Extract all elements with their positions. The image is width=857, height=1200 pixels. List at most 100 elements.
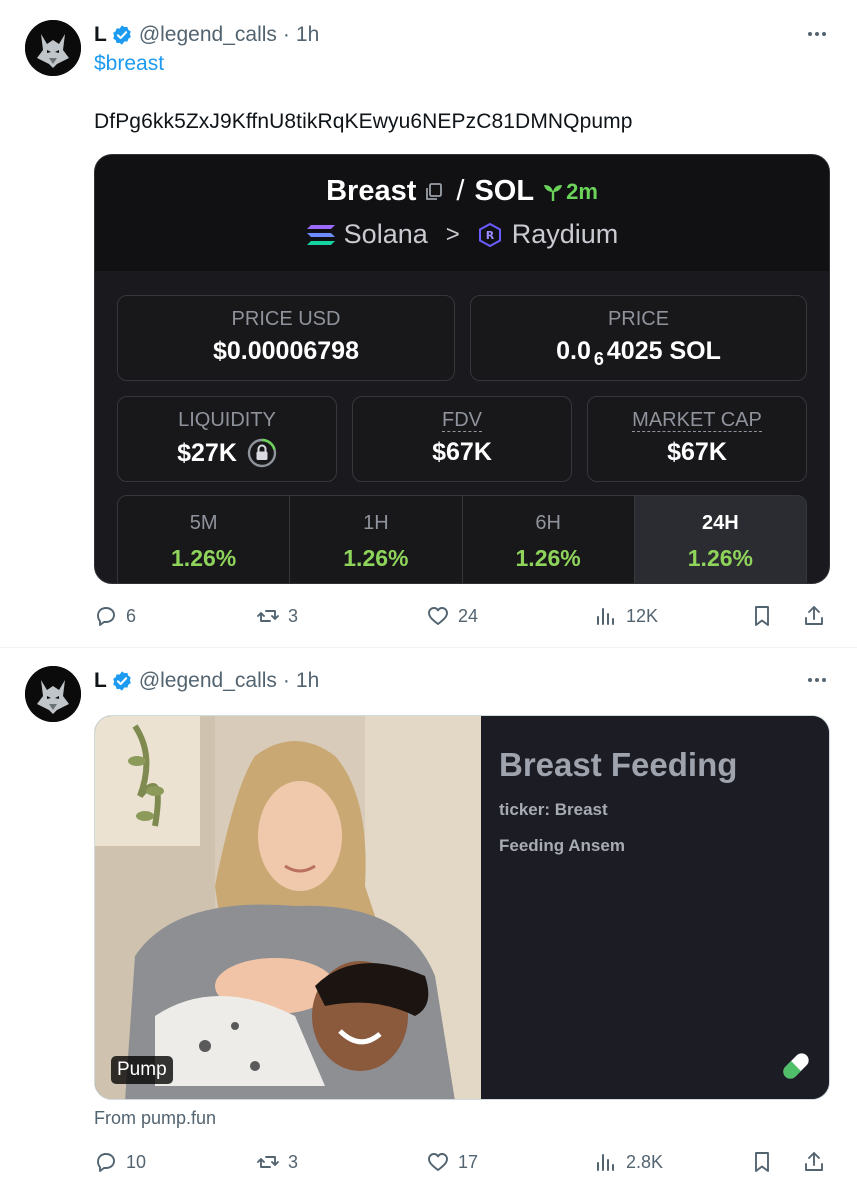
link-card-image: Pump bbox=[95, 716, 481, 1099]
avatar[interactable] bbox=[25, 666, 81, 722]
repost-count: 3 bbox=[288, 1151, 299, 1172]
pair-age-value: 2m bbox=[566, 178, 598, 204]
reply-button[interactable]: 6 bbox=[94, 604, 136, 628]
fdv-value: $67K bbox=[432, 438, 492, 466]
tab-1h[interactable]: 1H 1.26% bbox=[290, 496, 463, 583]
tweet[interactable]: L @legend_calls · 1h Pump Breast Feeding… bbox=[0, 648, 857, 1200]
like-icon bbox=[428, 1153, 448, 1171]
reply-icon bbox=[97, 607, 115, 626]
author-handle[interactable]: @legend_calls bbox=[139, 23, 277, 47]
views-icon bbox=[597, 1154, 614, 1171]
fdv-label-text: FDV bbox=[442, 409, 482, 432]
base-token: Breast bbox=[326, 175, 417, 207]
change-label: 5M bbox=[189, 512, 218, 534]
like-button[interactable]: 17 bbox=[426, 1150, 478, 1174]
more-icon[interactable] bbox=[805, 668, 829, 692]
pill-icon bbox=[783, 1053, 809, 1079]
wolf-avatar-icon bbox=[25, 20, 81, 76]
like-count: 17 bbox=[458, 1151, 479, 1172]
liquidity-label: LIQUIDITY bbox=[178, 409, 276, 431]
tab-24h[interactable]: 24H 1.26% bbox=[634, 496, 806, 583]
link-card-title: Breast Feeding bbox=[499, 746, 738, 783]
price-sol-box: PRICE 0.0 6 4025 SOL bbox=[470, 295, 807, 381]
action-bar: 6 3 24 12K bbox=[94, 604, 834, 634]
market-cap-value: $67K bbox=[667, 438, 727, 466]
reply-icon bbox=[97, 1153, 115, 1172]
verified-badge-icon bbox=[113, 671, 131, 691]
separator-dot: · bbox=[282, 23, 290, 46]
repost-button[interactable]: 3 bbox=[256, 1150, 298, 1174]
author-handle[interactable]: @legend_calls bbox=[139, 669, 277, 693]
change-value: 1.26% bbox=[171, 545, 237, 571]
price-sol-value: 0.0 6 4025 SOL bbox=[471, 337, 806, 369]
svg-text:R: R bbox=[486, 229, 495, 242]
change-label: 6H bbox=[535, 512, 561, 534]
chain-name: Solana bbox=[343, 219, 428, 249]
tab-5m[interactable]: 5M 1.26% bbox=[118, 496, 291, 583]
views-count: 2.8K bbox=[626, 1151, 664, 1172]
action-bar: 10 3 17 2.8K bbox=[94, 1150, 834, 1180]
chevron-right-icon: > bbox=[445, 220, 460, 248]
bookmark-icon[interactable] bbox=[750, 1150, 774, 1174]
dex-card[interactable]: Breast / SOL 2m Solana > R Raydium PRICE… bbox=[94, 154, 830, 584]
repost-icon bbox=[257, 1156, 279, 1168]
like-icon bbox=[428, 607, 448, 625]
like-count: 24 bbox=[458, 605, 479, 626]
tweet[interactable]: L @legend_calls · 1h $breast DfPg6kk5ZxJ… bbox=[0, 0, 857, 648]
chain-route: Solana > R Raydium bbox=[95, 219, 829, 250]
avatar[interactable] bbox=[25, 20, 81, 76]
contract-address: DfPg6kk5ZxJ9KffnU8tikRqKEwyu6NEPzC81DMNQ… bbox=[94, 110, 633, 133]
link-card-description: Feeding Ansem bbox=[499, 836, 625, 855]
timestamp[interactable]: 1h bbox=[296, 23, 319, 47]
price-usd-label: PRICE USD bbox=[231, 308, 341, 330]
seedling-icon bbox=[544, 184, 563, 201]
timestamp[interactable]: 1h bbox=[296, 669, 319, 693]
reply-count: 6 bbox=[126, 605, 137, 626]
liquidity-box: LIQUIDITY $27K bbox=[117, 396, 337, 482]
separator-dot: · bbox=[282, 669, 290, 692]
price-usd-box: PRICE USD $0.00006798 bbox=[117, 295, 455, 381]
link-card[interactable]: Pump Breast Feeding ticker: Breast Feedi… bbox=[94, 715, 830, 1100]
pair-title: Breast / SOL 2m bbox=[95, 175, 829, 208]
share-icon[interactable] bbox=[802, 1150, 826, 1174]
reply-button[interactable]: 10 bbox=[94, 1150, 146, 1174]
market-cap-label: MARKET CAP bbox=[588, 409, 806, 432]
liquidity-value-row: $27K bbox=[118, 438, 336, 468]
dex-card-header bbox=[95, 155, 829, 271]
quote-token: SOL bbox=[474, 175, 535, 207]
views-button[interactable]: 12K bbox=[594, 604, 658, 628]
views-count: 12K bbox=[626, 605, 659, 626]
fdv-box: FDV $67K bbox=[352, 396, 572, 482]
lock-icon bbox=[247, 438, 277, 468]
tweet-header: L @legend_calls · 1h bbox=[94, 666, 319, 696]
change-value: 1.26% bbox=[687, 545, 753, 571]
pump-badge: Pump bbox=[111, 1056, 173, 1084]
photo-image bbox=[95, 716, 481, 1099]
link-card-ticker: ticker: Breast bbox=[499, 800, 608, 819]
market-cap-label-text: MARKET CAP bbox=[632, 409, 762, 432]
repost-icon bbox=[257, 610, 279, 622]
verified-badge-icon bbox=[113, 25, 131, 45]
share-icon[interactable] bbox=[802, 604, 826, 628]
repost-button[interactable]: 3 bbox=[256, 604, 298, 628]
tab-6h[interactable]: 6H 1.26% bbox=[463, 496, 635, 583]
views-icon bbox=[597, 608, 614, 625]
fdv-label: FDV bbox=[353, 409, 571, 432]
like-button[interactable]: 24 bbox=[426, 604, 478, 628]
price-change-tabs: 5M 1.26% 1H 1.26% 6H 1.26% 24H 1.26% bbox=[117, 495, 807, 583]
bookmark-icon[interactable] bbox=[750, 604, 774, 628]
change-label: 24H bbox=[702, 512, 739, 534]
copy-icon[interactable] bbox=[424, 182, 444, 202]
more-icon[interactable] bbox=[805, 22, 829, 46]
change-value: 1.26% bbox=[343, 545, 409, 571]
author-name[interactable]: L bbox=[94, 23, 107, 47]
pair-age: 2m bbox=[542, 179, 598, 205]
link-source[interactable]: From pump.fun bbox=[94, 1108, 216, 1129]
price-prefix: 0.0 bbox=[556, 337, 591, 365]
cashtag-link[interactable]: $breast bbox=[94, 52, 164, 76]
views-button[interactable]: 2.8K bbox=[594, 1150, 663, 1174]
author-name[interactable]: L bbox=[94, 669, 107, 693]
raydium-icon: R bbox=[478, 222, 501, 247]
reply-count: 10 bbox=[126, 1151, 147, 1172]
price-usd-value: $0.00006798 bbox=[213, 337, 359, 365]
